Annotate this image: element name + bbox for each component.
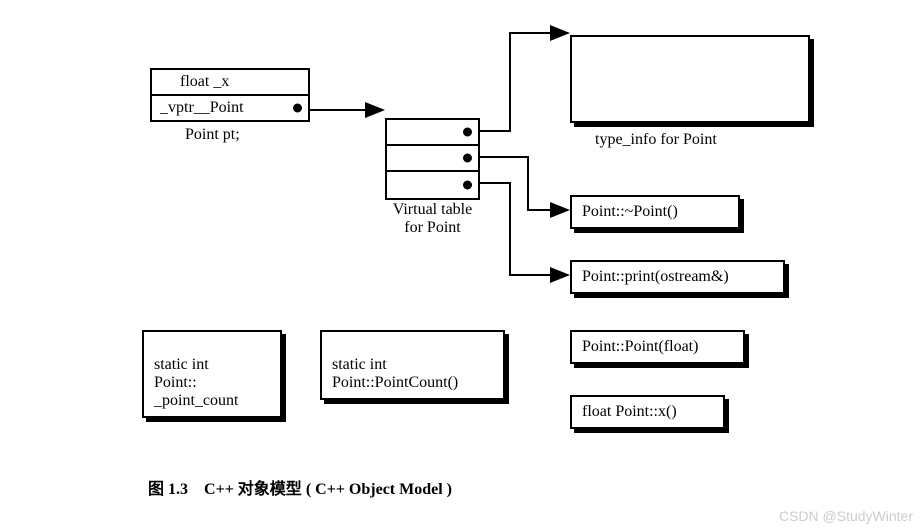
vtable-slot-0: [387, 120, 478, 146]
object-member-x: float _x: [152, 70, 308, 96]
nonvirtual-x-box: float Point::x(): [570, 395, 725, 429]
nonvirtual-x-label: float Point::x(): [582, 403, 677, 420]
vfunc-print-label: Point::print(ostream&): [582, 268, 729, 285]
static-member-box: static int Point:: _point_count: [142, 330, 282, 418]
nonvirtual-ctor-label: Point::Point(float): [582, 338, 698, 355]
caption-zh: C++ 对象模型: [204, 481, 302, 498]
watermark-label: CSDN @StudyWinter: [779, 508, 913, 524]
typeinfo-label: type_info for Point: [595, 131, 717, 149]
caption-en: ( C++ Object Model ): [306, 481, 452, 498]
vtable-box: [385, 118, 480, 200]
static-member-label: static int Point:: _point_count: [154, 356, 238, 409]
static-func-box: static int Point::PointCount(): [320, 330, 505, 400]
vtable-slot-2: [387, 172, 478, 198]
caption-num: 图 1.3: [148, 481, 188, 498]
vtable-dot0-icon: [463, 128, 472, 137]
nonvirtual-ctor-box: Point::Point(float): [570, 330, 745, 364]
vfunc-dtor-box: Point::~Point(): [570, 195, 740, 229]
static-func-label: static int Point::PointCount(): [332, 356, 458, 391]
vtable-label: Virtual table for Point: [375, 201, 490, 237]
object-box: float _x _vptr__Point: [150, 68, 310, 122]
vfunc-dtor-label: Point::~Point(): [582, 203, 678, 220]
object-vptr-label: _vptr__Point: [160, 99, 244, 116]
object-member-x-label: float _x: [160, 73, 229, 90]
object-vptr: _vptr__Point: [152, 96, 308, 120]
vtable-slot-1: [387, 146, 478, 172]
object-instance-label: Point pt;: [185, 126, 240, 144]
vtable-dot2-icon: [463, 181, 472, 190]
figure-caption: 图 1.3 C++ 对象模型 ( C++ Object Model ): [148, 475, 452, 499]
vtable-dot1-icon: [463, 154, 472, 163]
typeinfo-box: [570, 35, 810, 123]
object-vptr-dot-icon: [293, 104, 302, 113]
vfunc-print-box: Point::print(ostream&): [570, 260, 785, 294]
